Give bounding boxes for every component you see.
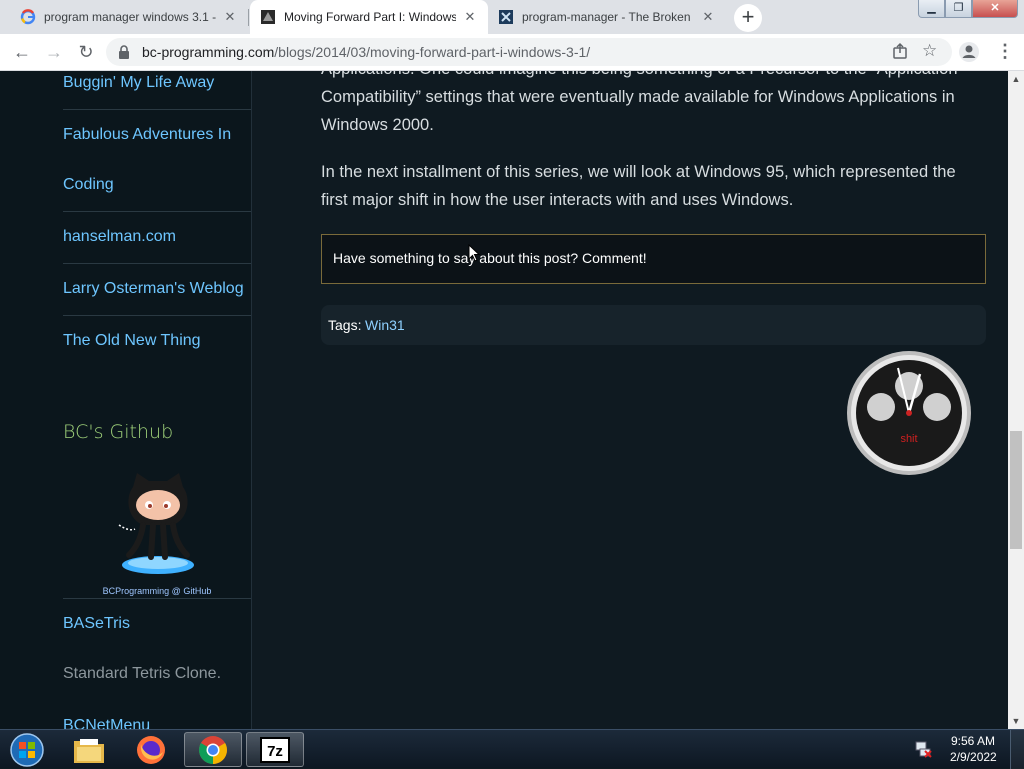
tags-label: Tags: [328,317,362,333]
octocat-icon[interactable] [113,469,203,584]
profile-icon[interactable] [958,41,980,68]
sidebar: Buggin' My Life Away Fabulous Adventures… [0,71,252,729]
firefox-icon[interactable] [122,732,180,767]
comment-prompt-box[interactable]: Have something to say about this post? C… [321,234,986,284]
tab-title: program-manager - The Broken [522,10,691,24]
sidebar-link-hanselman[interactable]: hanselman.com [63,228,176,246]
tab-moving-forward[interactable]: Moving Forward Part I: Windows ✕ [250,0,488,34]
url-text: bc-programming.com/blogs/2014/03/moving-… [142,44,590,60]
article-paragraph-1: Applications. One could imagine this bei… [321,71,986,139]
taskbar: 7z 9:56 AM 2/9/2022 [0,729,1024,769]
sidebar-link-old-new-thing[interactable]: The Old New Thing [63,332,201,350]
paragraph-line: Compatibility” settings that were eventu… [321,88,955,106]
reload-icon[interactable]: ↻ [74,40,98,64]
7zip-icon[interactable]: 7z [246,732,304,767]
svg-text:7z: 7z [267,743,283,760]
sidebar-link-fabulous-adventures[interactable]: Fabulous Adventures In [63,126,231,144]
paragraph-line: Applications. One could imagine this bei… [321,71,986,83]
close-window-button[interactable]: ✕ [972,0,1018,18]
window-controls: ▁ ❐ ✕ [918,0,1018,18]
minimize-button[interactable]: ▁ [918,0,945,18]
github-caption[interactable]: BCProgramming @ GitHub [63,586,251,596]
share-icon[interactable] [892,42,908,65]
close-icon[interactable]: ✕ [222,9,238,25]
sidebar-link-larry-osterman[interactable]: Larry Osterman's Weblog [63,280,244,298]
divider [63,109,251,110]
sidebar-link-basetris[interactable]: BASeTris [63,615,130,633]
sidebar-link-bcnetmenu[interactable]: BCNetMenu [63,717,150,729]
project-description: Standard Tetris Clone. [63,665,222,682]
bc-site-icon [260,9,276,25]
sidebar-link-fabulous-adventures-coding[interactable]: Coding [63,176,114,194]
browser-toolbar: ← → ↻ bc-programming.com/blogs/2014/03/m… [0,34,1024,71]
show-desktop-button[interactable] [1010,730,1024,769]
scroll-down-arrow-icon[interactable]: ▼ [1008,713,1024,729]
menu-dots-icon[interactable]: ⋮ [996,41,1014,62]
address-bar[interactable]: bc-programming.com/blogs/2014/03/moving-… [106,38,952,66]
scroll-up-arrow-icon[interactable]: ▲ [1008,71,1024,87]
divider [63,315,251,316]
tag-link-win31[interactable]: Win31 [365,317,405,333]
chrome-icon[interactable] [184,732,242,767]
divider [63,211,251,212]
tab-title: Moving Forward Part I: Windows [284,10,456,24]
tab-program-manager-search[interactable]: program manager windows 3.1 - ✕ [10,0,248,34]
clock-label: shit [900,433,917,445]
article-paragraph-2: In the next installment of this series, … [321,158,986,214]
forward-arrow-icon[interactable]: → [42,40,66,64]
back-arrow-icon[interactable]: ← [10,40,34,64]
clock-time[interactable]: 9:56 AM [950,734,996,748]
paragraph-line: first major shift in how the user intera… [321,191,794,209]
paragraph-line: In the next installment of this series, … [321,163,956,181]
clock-gadget[interactable]: shit [846,350,972,476]
divider [63,598,251,599]
vertical-scrollbar[interactable]: ▲ ▼ [1008,71,1024,729]
new-tab-button[interactable]: + [734,4,762,32]
tab-title: program manager windows 3.1 - [44,10,216,24]
tab-separator [248,9,249,26]
mouse-cursor-icon [468,243,481,267]
paragraph-line: Windows 2000. [321,116,434,134]
broken-site-icon [498,9,514,25]
url-path: /blogs/2014/03/moving-forward-part-i-win… [274,44,591,60]
github-heading: BC's Github [63,421,174,443]
tags-bar: Tags: Win31 [321,305,986,345]
star-icon[interactable]: ☆ [922,41,937,61]
start-orb-icon[interactable] [0,732,54,767]
google-icon [20,9,36,25]
sidebar-link-buggin[interactable]: Buggin' My Life Away [63,74,214,92]
url-host: bc-programming.com [142,44,275,60]
tab-program-manager-broken[interactable]: program-manager - The Broken ✕ [488,0,726,34]
close-icon[interactable]: ✕ [700,9,716,25]
tab-strip: program manager windows 3.1 - ✕ Moving F… [0,0,1024,34]
divider [63,263,251,264]
comment-prompt-text[interactable]: Have something to say about this post? C… [333,250,647,266]
network-tray-icon[interactable] [914,740,932,763]
close-icon[interactable]: ✕ [462,9,478,25]
restore-button[interactable]: ❐ [945,0,972,18]
scroll-thumb[interactable] [1010,431,1022,549]
lock-icon [118,44,130,65]
clock-date[interactable]: 2/9/2022 [950,750,997,764]
file-explorer-icon[interactable] [60,732,118,767]
